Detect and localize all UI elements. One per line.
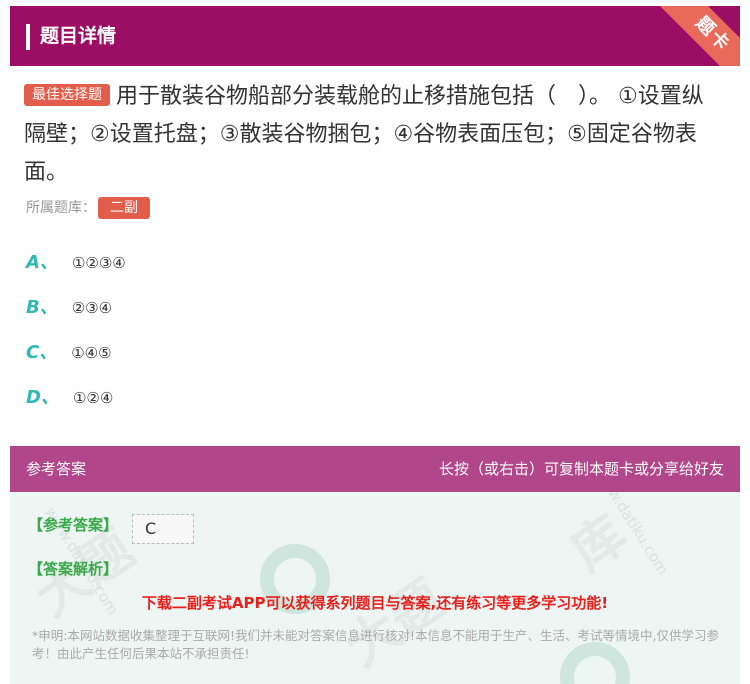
option-text: ①②④ <box>72 389 114 407</box>
option-letter: C、 <box>26 342 58 363</box>
question-text: 用于散装谷物船部分装载舱的止移措施包括（ ）。 ①设置纵隔壁；②设置托盘；③散装… <box>24 84 704 185</box>
option-text: ②③④ <box>71 299 113 317</box>
option-c[interactable]: C、 ①④⑤ <box>26 340 112 366</box>
option-letter: A、 <box>26 252 58 273</box>
answer-header-bar[interactable]: 参考答案 长按（或右击）可复制本题卡或分享给好友 <box>10 446 740 492</box>
option-letter: B、 <box>26 297 58 318</box>
option-letter: D、 <box>26 387 59 408</box>
library-label: 所属题库： <box>26 200 96 216</box>
disclaimer: *申明:本网站数据收集整理于互联网!我们并未能对答案信息进行核对!本信息不能用于… <box>32 628 719 661</box>
answer-analysis-label: 【答案解析】 <box>28 560 119 578</box>
question-type-tag: 最佳选择题 <box>24 84 110 106</box>
question-library: 所属题库： 二副 <box>26 196 150 220</box>
library-tag[interactable]: 二副 <box>98 197 150 219</box>
share-hint: 长按（或右击）可复制本题卡或分享给好友 <box>438 460 724 478</box>
option-b[interactable]: B、 ②③④ <box>26 295 112 321</box>
option-d[interactable]: D、 ①②④ <box>26 385 113 411</box>
page-title: 题目详情 <box>40 25 117 47</box>
header: 题目详情 题卡 <box>10 6 740 66</box>
download-app-promo[interactable]: 下载二副考试APP可以获得系列题目与答案,还有练习等更多学习功能! <box>10 592 740 613</box>
option-a[interactable]: A、 ①②③④ <box>26 250 126 276</box>
answer-panel: 大题 大题 库 www.datiku.com www.datiku.com 【参… <box>10 492 740 684</box>
header-accent-bar <box>26 24 30 50</box>
answer-bar-title: 参考答案 <box>26 460 87 478</box>
reference-answer-value: C <box>132 514 194 544</box>
option-text: ①②③④ <box>71 254 126 272</box>
option-text: ①④⑤ <box>71 344 112 362</box>
question-stem: 最佳选择题 用于散装谷物船部分装载舱的止移措施包括（ ）。 ①设置纵隔壁；②设置托… <box>24 78 724 192</box>
reference-answer-label: 【参考答案】 <box>28 516 119 534</box>
